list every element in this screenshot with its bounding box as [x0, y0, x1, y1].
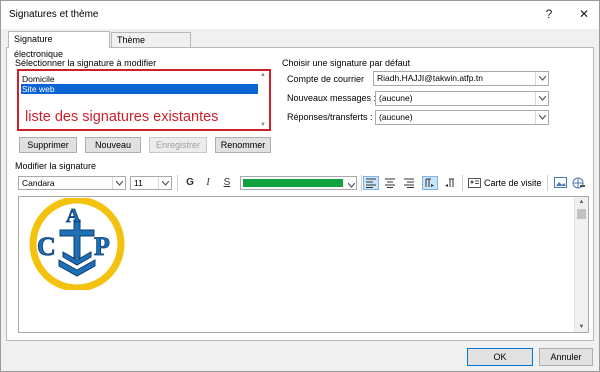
close-button[interactable]: ✕	[573, 5, 595, 23]
new-messages-combo[interactable]: (aucune)	[375, 91, 549, 106]
align-right-icon[interactable]	[401, 176, 417, 190]
signatures-dialog: Signatures et thème ? ✕ Signature électr…	[0, 0, 600, 372]
toolbar-separator	[177, 175, 178, 191]
align-center-icon[interactable]	[382, 176, 398, 190]
tab-signature[interactable]: Signature électronique	[8, 31, 110, 59]
chevron-down-icon	[535, 92, 548, 105]
default-signature-label: Choisir une signature par défaut	[282, 58, 411, 68]
delete-button[interactable]: Supprimer	[19, 137, 77, 153]
window-title: Signatures et thème	[9, 9, 99, 20]
font-name-combo[interactable]: Candara	[18, 176, 126, 190]
chevron-down-icon	[347, 180, 356, 190]
svg-text:A: A	[66, 205, 81, 227]
toolbar-separator	[462, 175, 463, 191]
insert-picture-icon[interactable]	[553, 176, 569, 190]
ok-button[interactable]: OK	[467, 348, 533, 366]
account-label: Compte de courrier	[287, 74, 365, 84]
new-messages-value: (aucune)	[379, 93, 413, 103]
chevron-down-icon	[535, 72, 548, 85]
font-name-value: Candara	[22, 178, 55, 188]
align-left-icon[interactable]	[363, 176, 379, 190]
save-button[interactable]: Enregistrer	[149, 137, 207, 153]
editor-scrollbar[interactable]: ▲ ▼	[574, 197, 588, 332]
help-button[interactable]: ?	[538, 5, 560, 23]
signature-editor[interactable]: C A P ▲ ▼	[18, 196, 589, 333]
edit-signature-label: Modifier la signature	[15, 161, 97, 171]
new-messages-label: Nouveaux messages :	[287, 93, 377, 103]
font-size-combo[interactable]: 11	[130, 176, 172, 190]
annotation-text: liste des signatures existantes	[25, 109, 219, 125]
insert-hyperlink-icon[interactable]	[571, 176, 587, 190]
title-bar: Signatures et thème ? ✕	[1, 1, 599, 29]
chevron-down-icon	[158, 177, 171, 189]
list-item-selected[interactable]: Site web	[21, 84, 258, 94]
underline-button[interactable]: S	[219, 176, 235, 190]
business-card-label[interactable]: Carte de visite	[484, 178, 542, 188]
italic-button[interactable]: I	[200, 176, 216, 190]
list-item[interactable]: Domicile	[21, 74, 258, 84]
scroll-up-icon[interactable]: ▲	[259, 72, 267, 78]
signature-listbox[interactable]: Domicile Site web ▲ ▼ liste des signatur…	[17, 69, 271, 131]
account-combo[interactable]: Riadh.HAJJI@takwin.atfp.tn	[373, 71, 549, 86]
replies-label: Réponses/transferts :	[287, 112, 373, 122]
scroll-down-icon[interactable]: ▼	[575, 322, 588, 332]
toolbar-separator	[547, 175, 548, 191]
tab-signature-label: Signature électronique	[14, 34, 64, 59]
rename-button[interactable]: Renommer	[215, 137, 271, 153]
font-color-combo[interactable]	[240, 176, 357, 190]
scroll-down-icon[interactable]: ▼	[259, 122, 267, 128]
ltr-paragraph-icon[interactable]	[422, 176, 438, 190]
bold-button[interactable]: G	[182, 176, 198, 190]
account-value: Riadh.HAJJI@takwin.atfp.tn	[377, 73, 483, 83]
font-size-value: 11	[134, 178, 143, 188]
scrollbar-thumb[interactable]	[577, 209, 586, 219]
chevron-down-icon	[535, 111, 548, 124]
font-color-swatch	[243, 179, 343, 187]
toolbar-separator	[361, 175, 362, 191]
business-card-icon[interactable]	[466, 176, 482, 190]
cap-logo-image: C A P	[29, 198, 125, 290]
replies-combo[interactable]: (aucune)	[375, 110, 549, 125]
cancel-button[interactable]: Annuler	[539, 348, 593, 366]
new-button[interactable]: Nouveau	[85, 137, 141, 153]
rtl-paragraph-icon[interactable]	[442, 176, 458, 190]
svg-text:C: C	[37, 232, 56, 261]
tab-theme[interactable]: Thème personnel	[111, 32, 191, 60]
replies-value: (aucune)	[379, 112, 413, 122]
svg-text:P: P	[94, 232, 110, 261]
chevron-down-icon	[112, 177, 125, 189]
scroll-up-icon[interactable]: ▲	[575, 197, 588, 207]
